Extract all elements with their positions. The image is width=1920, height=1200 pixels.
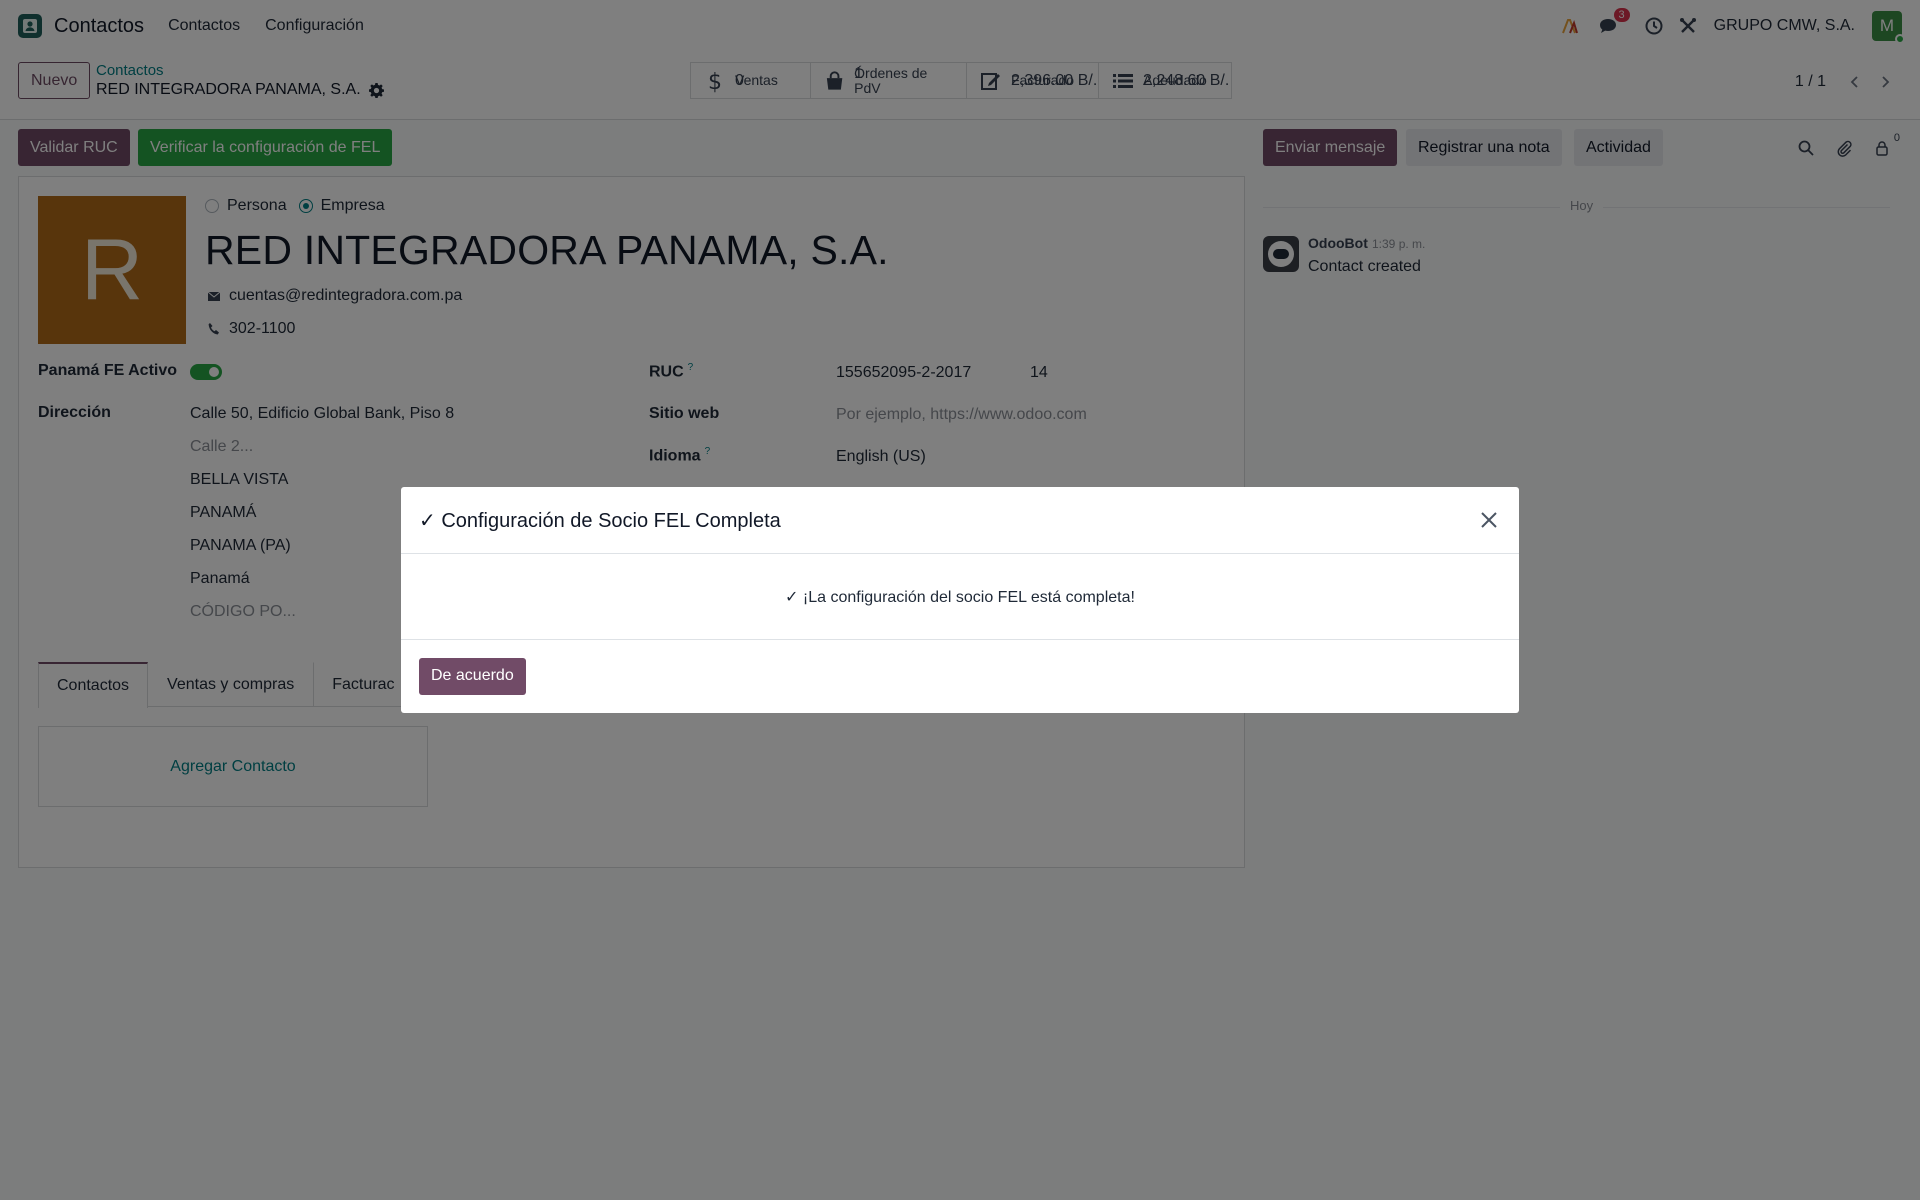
modal-footer: De acuerdo: [401, 640, 1519, 712]
close-icon[interactable]: [1477, 508, 1501, 532]
modal-message: ✓ ¡La configuración del socio FEL está c…: [785, 588, 1135, 606]
modal-title: ✓ Configuración de Socio FEL Completa: [419, 509, 781, 532]
modal-header: ✓ Configuración de Socio FEL Completa: [401, 487, 1519, 554]
modal-body: ✓ ¡La configuración del socio FEL está c…: [401, 554, 1519, 640]
fel-config-dialog: ✓ Configuración de Socio FEL Completa ✓ …: [401, 487, 1519, 713]
ok-button[interactable]: De acuerdo: [419, 657, 526, 695]
